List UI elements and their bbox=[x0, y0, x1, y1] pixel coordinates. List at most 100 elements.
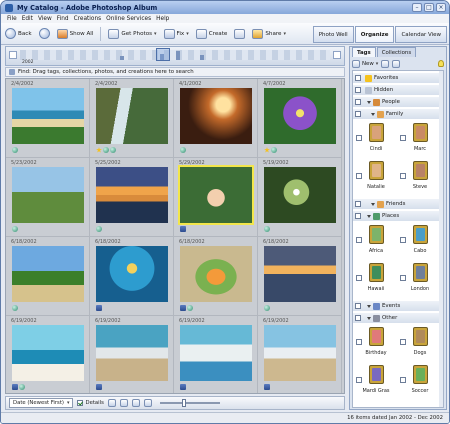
timeline-right-arrow[interactable] bbox=[333, 51, 341, 59]
zoom-slider[interactable] bbox=[159, 399, 220, 407]
photo-thumbnail-cell[interactable]: 6/19/2002 bbox=[90, 316, 174, 393]
photo-thumbnail-cell[interactable]: 6/19/2002 bbox=[258, 316, 342, 393]
photo-image[interactable] bbox=[264, 167, 336, 223]
photo-image[interactable] bbox=[180, 246, 252, 302]
photo-thumbnail-cell[interactable]: 5/23/2002 bbox=[6, 158, 90, 237]
photo-image[interactable] bbox=[96, 246, 168, 302]
tag-category-places[interactable]: Places bbox=[353, 211, 443, 221]
photo-image[interactable] bbox=[264, 246, 336, 302]
photo-thumbnail-cell[interactable]: 6/19/2002 bbox=[6, 316, 90, 393]
tag-category-people-checkbox[interactable] bbox=[355, 99, 361, 105]
tag-category-favorites[interactable]: Favorites bbox=[353, 73, 443, 83]
tag-item[interactable]: Soccer bbox=[397, 363, 443, 400]
tag-category-people[interactable]: People bbox=[353, 97, 443, 107]
menu-view[interactable]: View bbox=[38, 16, 52, 22]
tab-collections[interactable]: Collections bbox=[376, 47, 417, 57]
tag-checkbox[interactable] bbox=[400, 135, 406, 141]
tag-item[interactable]: Hawaii bbox=[353, 261, 399, 298]
tag-item[interactable]: Dogs bbox=[397, 325, 443, 362]
tag-checkbox[interactable] bbox=[400, 377, 406, 383]
photo-thumbnail-cell[interactable]: 6/18/2002 bbox=[174, 237, 258, 316]
expand-triangle-icon[interactable] bbox=[371, 202, 375, 206]
menu-help[interactable]: Help bbox=[156, 16, 169, 22]
rotate-right-icon[interactable] bbox=[119, 399, 128, 407]
back-button[interactable]: Back bbox=[5, 28, 32, 39]
tag-item[interactable]: Birthday bbox=[353, 325, 399, 362]
tag-checkbox[interactable] bbox=[400, 173, 406, 179]
photo-thumbnail-cell[interactable]: 5/25/2002 bbox=[90, 158, 174, 237]
forward-button[interactable] bbox=[38, 28, 50, 39]
minimize-button[interactable]: – bbox=[412, 3, 422, 12]
photo-thumbnail-cell[interactable]: 5/29/2002 bbox=[174, 158, 258, 237]
tag-category-other-checkbox[interactable] bbox=[355, 315, 361, 321]
photo-image[interactable] bbox=[96, 167, 168, 223]
menu-edit[interactable]: Edit bbox=[22, 16, 33, 22]
tag-category-events-checkbox[interactable] bbox=[355, 303, 361, 309]
tag-item[interactable]: Africa bbox=[353, 223, 399, 260]
tag-category-friends-checkbox[interactable] bbox=[355, 201, 361, 207]
tag-checkbox[interactable] bbox=[356, 135, 362, 141]
tag-checkbox[interactable] bbox=[400, 237, 406, 243]
tag-checkbox[interactable] bbox=[356, 339, 362, 345]
sort-order-select[interactable]: Date (Newest First) ▾ bbox=[9, 398, 74, 408]
photo-image[interactable] bbox=[264, 325, 336, 381]
zoom-slider-handle[interactable] bbox=[181, 399, 186, 407]
tag-item[interactable]: Natalie bbox=[353, 159, 399, 196]
timeline-selection-handle[interactable] bbox=[156, 48, 170, 61]
photo-thumbnail-cell[interactable]: 4/1/2002 bbox=[174, 79, 258, 158]
tab-photo-well[interactable]: Photo Well bbox=[312, 26, 354, 43]
tag-checkbox[interactable] bbox=[356, 173, 362, 179]
details-toggle[interactable]: Details bbox=[77, 400, 104, 406]
tag-category-places-checkbox[interactable] bbox=[355, 213, 361, 219]
fix-button[interactable]: Fix ▾ bbox=[163, 28, 189, 39]
tag-checkbox[interactable] bbox=[400, 339, 406, 345]
tag-checkbox[interactable] bbox=[356, 377, 362, 383]
tag-checkbox[interactable] bbox=[400, 275, 406, 281]
photo-thumbnail-cell[interactable]: 5/19/2002 bbox=[258, 158, 342, 237]
photo-image[interactable] bbox=[180, 88, 252, 144]
lightbulb-icon[interactable] bbox=[438, 60, 444, 67]
delete-tag-icon[interactable] bbox=[381, 59, 390, 68]
tab-organize[interactable]: Organize bbox=[354, 26, 395, 43]
tag-item[interactable]: Marc bbox=[397, 121, 443, 158]
create-button[interactable]: Create bbox=[195, 28, 227, 39]
tab-tags[interactable]: Tags bbox=[352, 47, 376, 57]
rotate-left-icon[interactable] bbox=[107, 399, 116, 407]
tab-calendar-view[interactable]: Calendar View bbox=[395, 26, 447, 43]
tag-category-other[interactable]: Other bbox=[353, 313, 443, 323]
tag-category-hidden-checkbox[interactable] bbox=[355, 87, 361, 93]
expand-triangle-icon[interactable] bbox=[367, 214, 371, 218]
photo-image[interactable] bbox=[12, 325, 84, 381]
tag-checkbox[interactable] bbox=[356, 275, 362, 281]
tag-category-family[interactable]: Family bbox=[353, 109, 443, 119]
tag-list-scrollbar[interactable] bbox=[439, 71, 443, 407]
edit-tag-icon[interactable] bbox=[392, 59, 401, 68]
tag-item[interactable]: Mardi Gras bbox=[353, 363, 399, 400]
small-thumbnail-icon[interactable] bbox=[131, 399, 140, 407]
menu-online-services[interactable]: Online Services bbox=[106, 16, 151, 22]
menu-creations[interactable]: Creations bbox=[74, 16, 102, 22]
expand-triangle-icon[interactable] bbox=[367, 100, 371, 104]
tag-category-events[interactable]: Events bbox=[353, 301, 443, 311]
tag-category-friends[interactable]: Friends bbox=[353, 199, 443, 209]
close-button[interactable]: × bbox=[436, 3, 446, 12]
tag-checkbox[interactable] bbox=[356, 237, 362, 243]
photo-thumbnail-cell[interactable]: 6/18/2002 bbox=[258, 237, 342, 316]
timeline[interactable]: 2002 bbox=[5, 46, 345, 66]
photo-thumbnail-cell[interactable]: 4/7/2002 bbox=[258, 79, 342, 158]
photo-image[interactable] bbox=[180, 325, 252, 381]
photo-thumbnail-cell[interactable]: 2/4/2002 bbox=[6, 79, 90, 158]
timeline-left-arrow[interactable] bbox=[9, 51, 17, 59]
find-bar[interactable]: Find: Drag tags, collections, photos, an… bbox=[5, 67, 345, 77]
large-thumbnail-icon[interactable] bbox=[143, 399, 152, 407]
tag-category-hidden[interactable]: Hidden bbox=[353, 85, 443, 95]
photo-image[interactable] bbox=[96, 88, 168, 144]
share-button[interactable]: Share ▾ bbox=[252, 28, 286, 39]
photo-image[interactable] bbox=[12, 246, 84, 302]
menu-file[interactable]: File bbox=[7, 16, 17, 22]
expand-triangle-icon[interactable] bbox=[371, 112, 375, 116]
new-tag-button[interactable]: New ▾ bbox=[352, 59, 378, 68]
get-photos-button[interactable]: Get Photos ▾ bbox=[108, 28, 157, 39]
details-checkbox[interactable] bbox=[77, 400, 84, 406]
photo-image[interactable] bbox=[12, 88, 84, 144]
